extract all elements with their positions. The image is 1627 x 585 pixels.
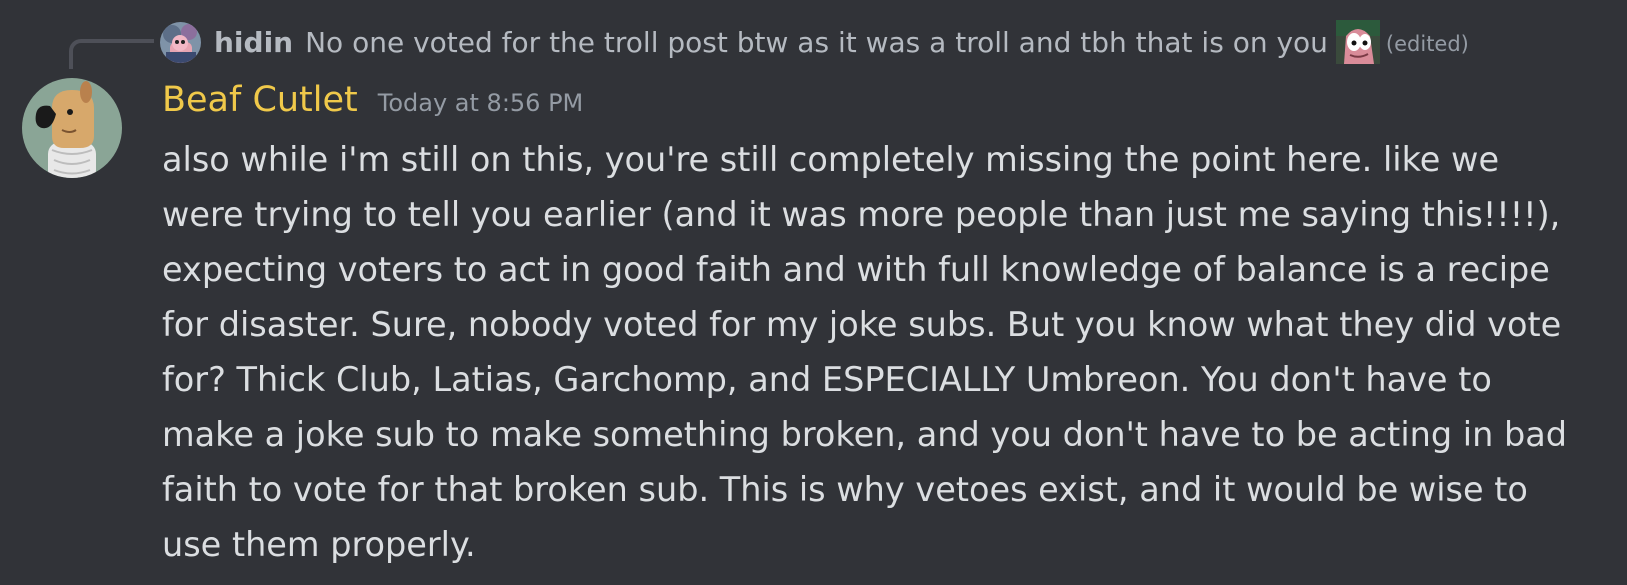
message-content: also while i'm still on this, you're sti… <box>162 132 1582 572</box>
message-timestamp[interactable]: Today at 8:56 PM <box>378 89 584 117</box>
author-name[interactable]: Beaf Cutlet <box>162 80 358 120</box>
message-line: use them properly. <box>162 525 476 564</box>
message-line: were trying to tell you earlier (and it … <box>162 195 1561 234</box>
edited-label: (edited) <box>1385 32 1469 56</box>
message-line: for? Thick Club, Latias, Garchomp, and E… <box>162 360 1492 399</box>
reply-avatar[interactable] <box>160 21 201 63</box>
message-line: make a joke sub to make something broken… <box>162 415 1568 454</box>
message-line: expecting voters to act in good faith an… <box>162 250 1550 289</box>
reply-text[interactable]: No one voted for the troll post btw as i… <box>305 26 1328 59</box>
message-line: for disaster. Sure, nobody voted for my … <box>162 305 1562 344</box>
avatar[interactable] <box>22 78 122 178</box>
message-line: also while i'm still on this, you're sti… <box>162 140 1500 179</box>
reply-spine <box>69 39 154 69</box>
message-line: faith to vote for that broken sub. This … <box>162 470 1528 509</box>
message-header: Beaf Cutlet Today at 8:56 PM <box>162 80 583 128</box>
reply-author[interactable]: hidin <box>214 26 293 59</box>
reply-preview[interactable]: hidin No one voted for the troll post bt… <box>160 18 1469 66</box>
patrick-emoji-icon <box>1335 20 1380 64</box>
